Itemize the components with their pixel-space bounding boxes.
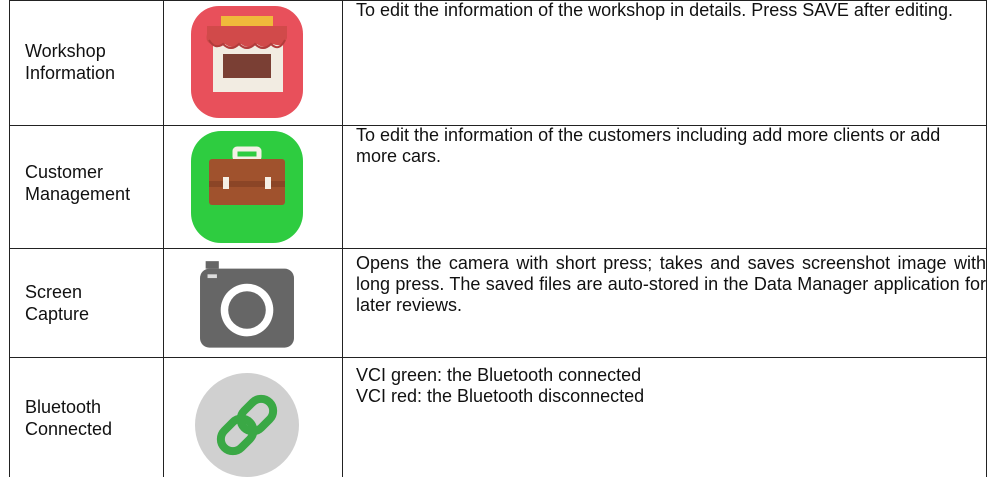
camera-icon (189, 248, 305, 357)
row-description: Opens the camera with short press; takes… (356, 253, 986, 315)
bluetooth-link-icon (189, 363, 305, 479)
row-label: Screen Capture (25, 282, 90, 324)
row-label: Bluetooth Connected (25, 397, 113, 439)
row-label: Customer Management (25, 162, 131, 204)
table-row: Customer Management To edit the informat… (9, 125, 987, 249)
table-row: Workshop Information To edit the informa… (9, 0, 987, 126)
feature-table: Workshop Information To edit the informa… (9, 0, 987, 477)
table-row: Bluetooth Connected VCI green: the Bluet… (9, 357, 987, 477)
row-description: To edit the information of the customers… (356, 125, 941, 166)
workshop-store-icon (189, 4, 305, 120)
row-description: VCI green: the Bluetooth connected VCI r… (356, 365, 645, 406)
customer-briefcase-icon (189, 129, 305, 245)
row-label: Workshop Information (25, 41, 116, 83)
row-description: To edit the information of the workshop … (356, 0, 953, 20)
table-row: Screen Capture Opens the camera with sho… (9, 248, 987, 358)
